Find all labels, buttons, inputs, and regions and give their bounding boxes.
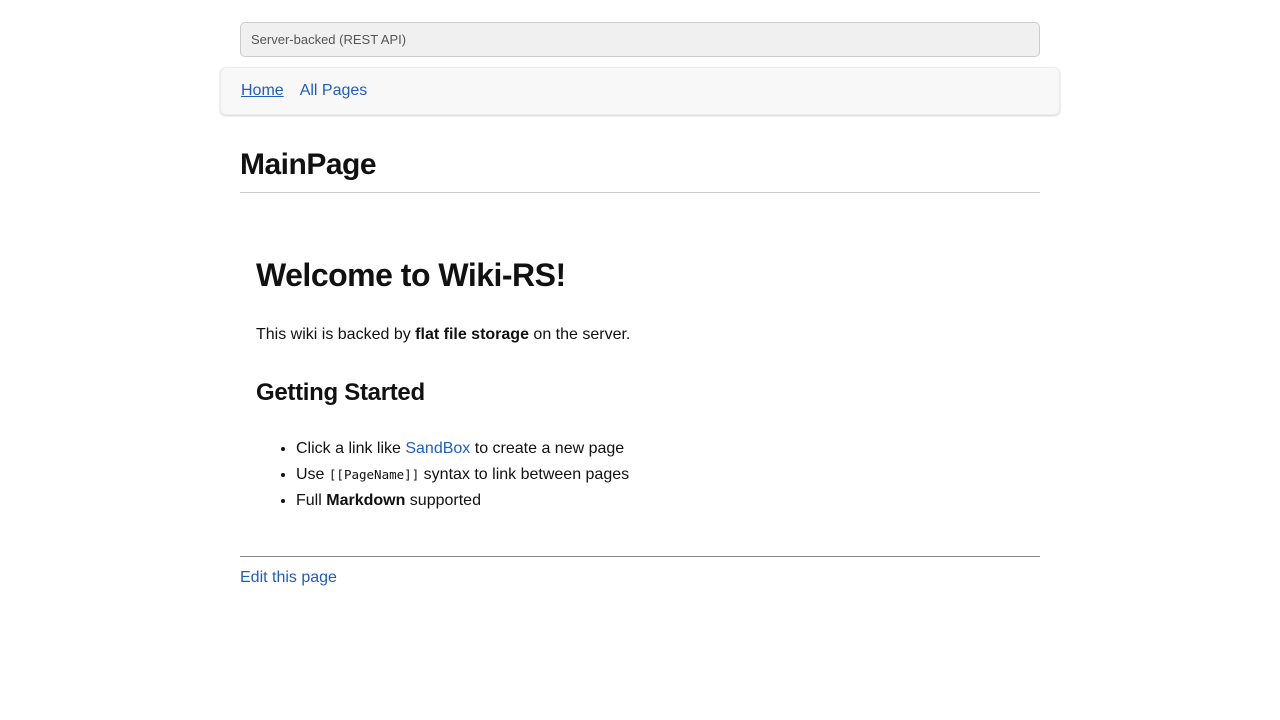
main-nav: Home All Pages — [220, 67, 1060, 115]
list-item-text-pre: Full — [296, 492, 326, 509]
article-content: Welcome to Wiki-RS! This wiki is backed … — [240, 215, 1040, 530]
list-item: Use [[PageName]] syntax to link between … — [296, 462, 1024, 488]
section-heading-getting-started: Getting Started — [256, 379, 1024, 408]
list-item-text-post: supported — [405, 492, 481, 509]
wiki-container: Home All Pages MainPage Welcome to Wiki-… — [240, 22, 1040, 587]
intro-bold-text: flat file storage — [415, 326, 529, 343]
pagename-syntax-code: [[PageName]] — [329, 467, 419, 482]
markdown-bold-text: Markdown — [326, 492, 405, 509]
edit-page-link[interactable]: Edit this page — [240, 569, 337, 587]
sandbox-link[interactable]: SandBox — [405, 440, 470, 457]
page-title: MainPage — [240, 148, 1040, 193]
nav-link-home[interactable]: Home — [241, 82, 284, 100]
list-item-text-pre: Click a link like — [296, 440, 405, 457]
getting-started-list: Click a link like SandBox to create a ne… — [256, 436, 1024, 514]
list-item: Click a link like SandBox to create a ne… — [296, 436, 1024, 462]
nav-link-all-pages[interactable]: All Pages — [300, 82, 368, 100]
backend-mode-input[interactable] — [240, 22, 1040, 57]
intro-paragraph: This wiki is backed by flat file storage… — [256, 323, 1024, 347]
list-item-text-pre: Use — [296, 466, 329, 483]
footer-divider — [240, 556, 1040, 557]
list-item-text-post: syntax to link between pages — [419, 466, 629, 483]
intro-text-pre: This wiki is backed by — [256, 326, 415, 343]
list-item-text-post: to create a new page — [470, 440, 624, 457]
intro-text-post: on the server. — [529, 326, 630, 343]
wiki-app: Home All Pages MainPage Welcome to Wiki-… — [0, 0, 1280, 720]
list-item: Full Markdown supported — [296, 488, 1024, 514]
article-heading: Welcome to Wiki-RS! — [256, 257, 1024, 294]
